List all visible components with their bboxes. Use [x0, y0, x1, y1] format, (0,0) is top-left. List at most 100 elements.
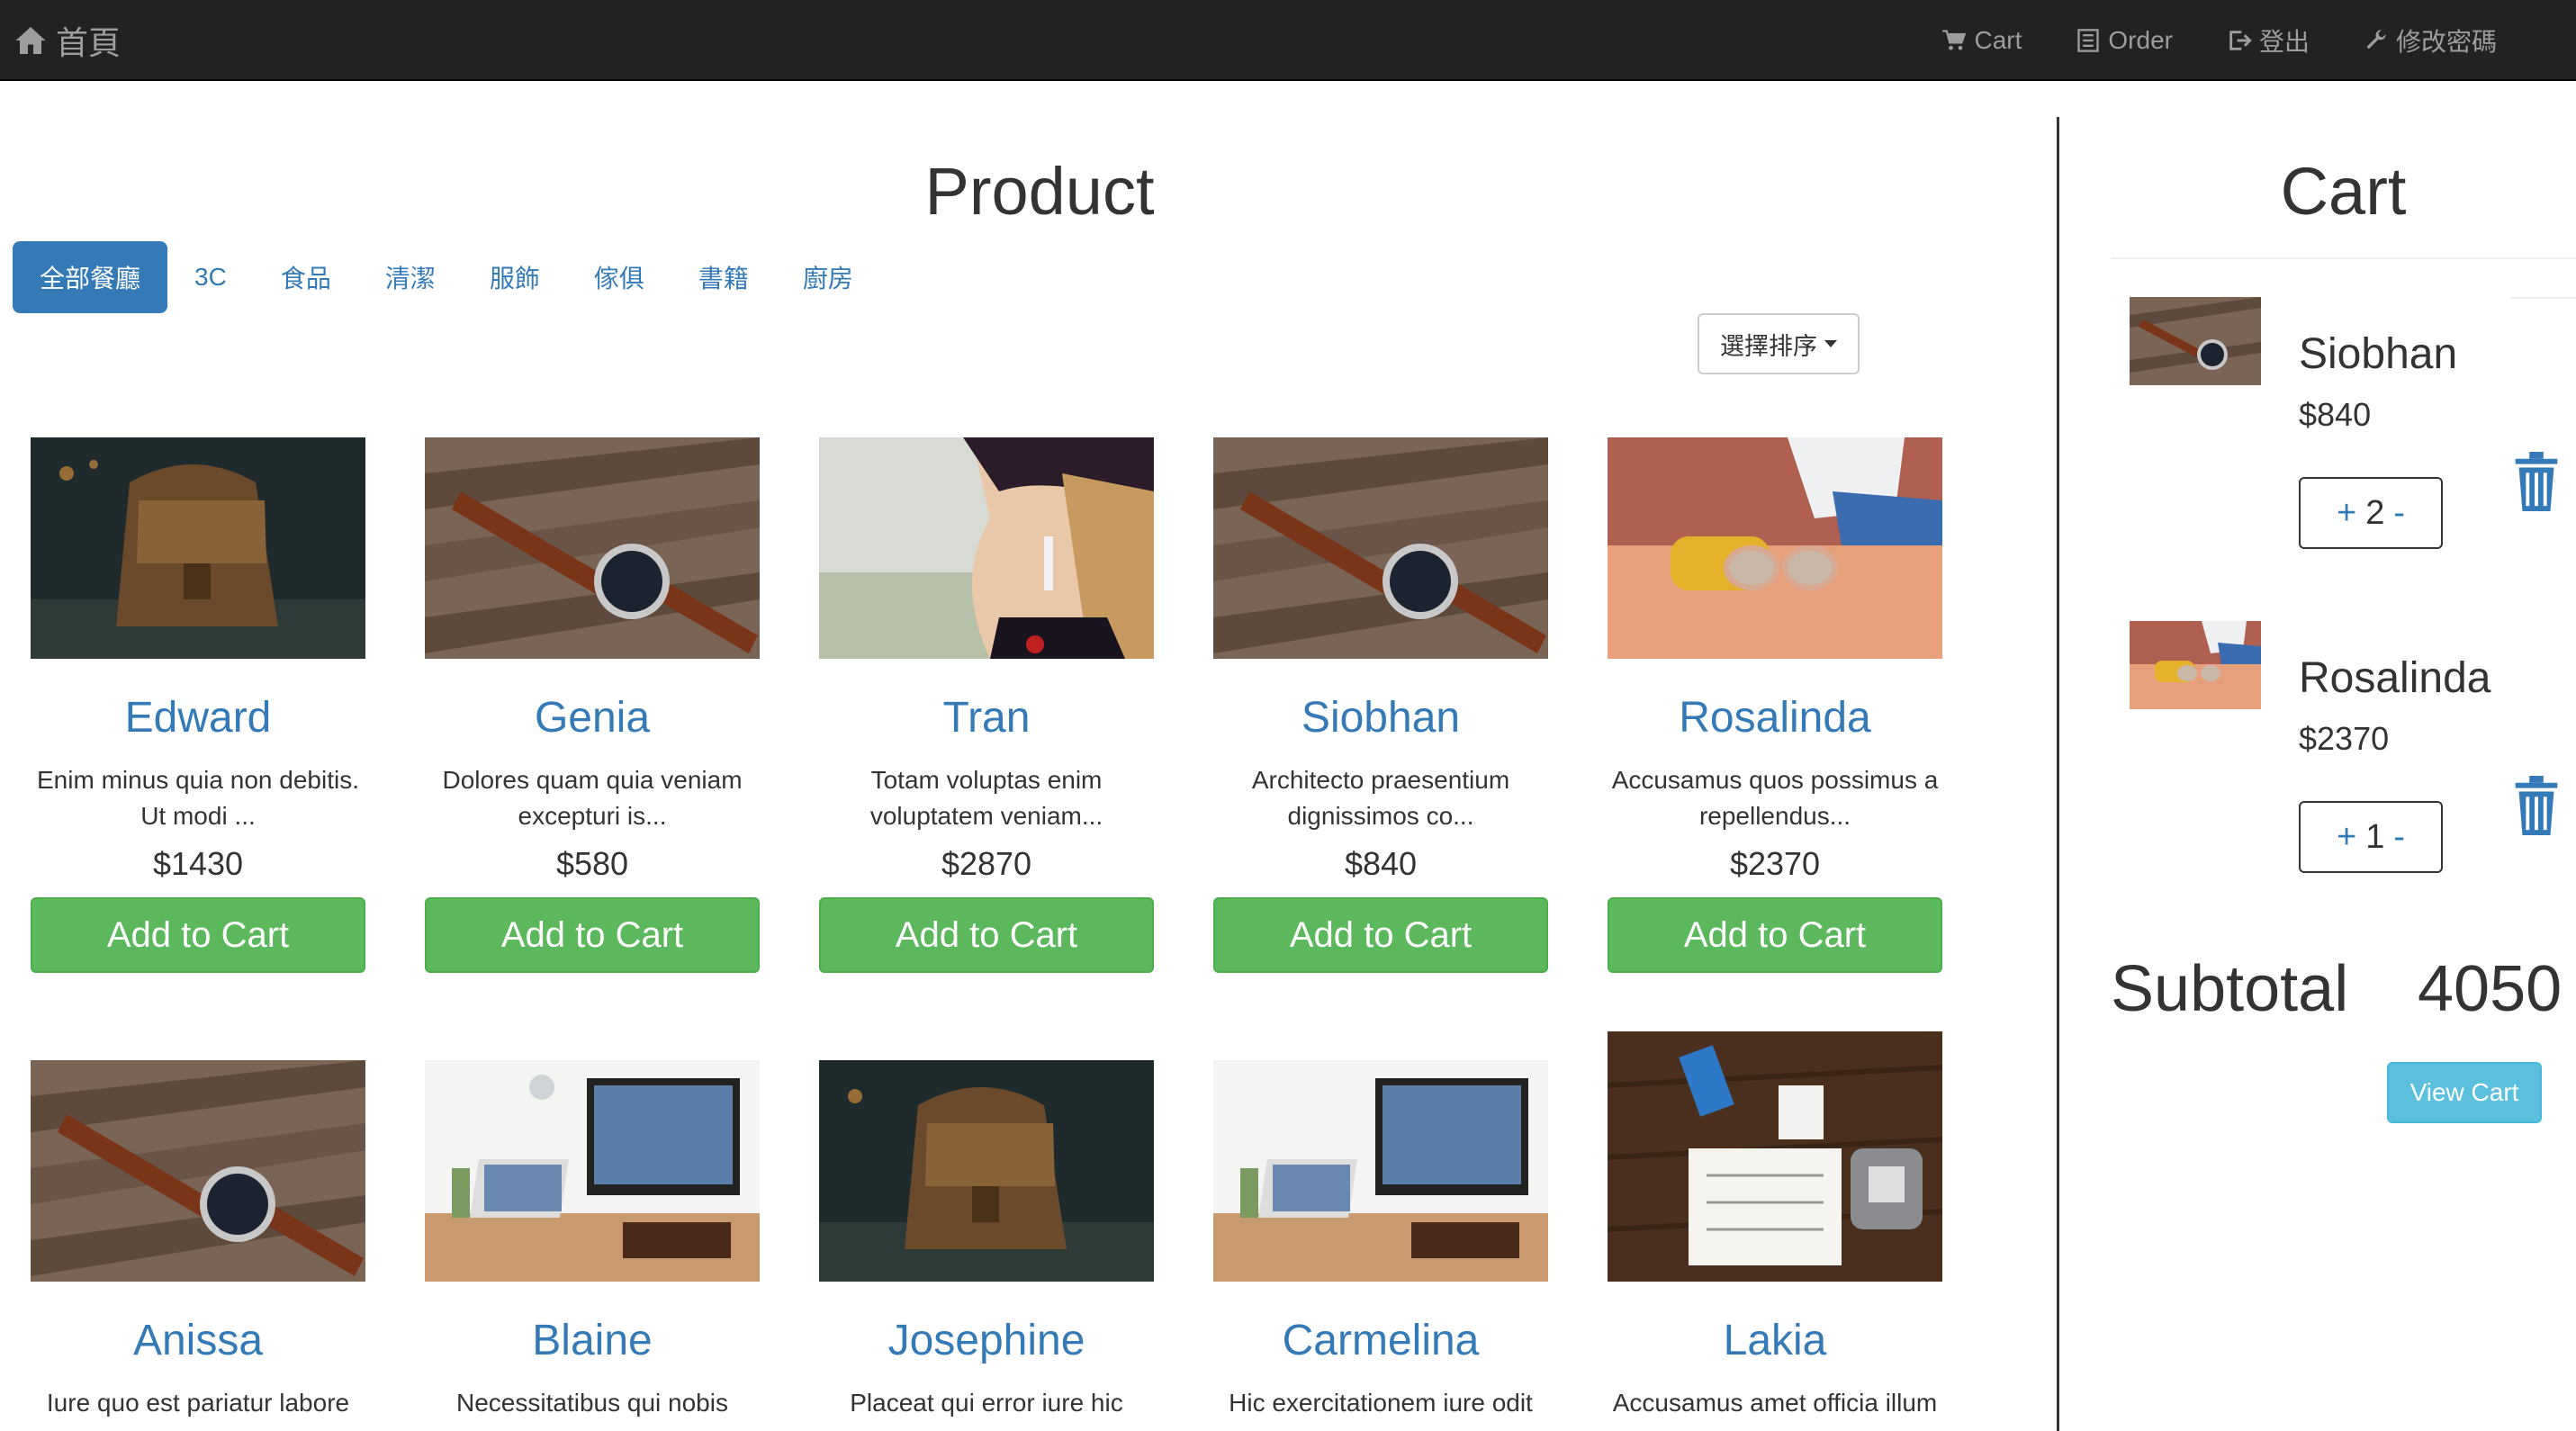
product-name[interactable]: Genia — [425, 693, 760, 742]
product-name[interactable]: Edward — [31, 693, 365, 742]
product-description: Totam voluptas enim voluptatem veniam... — [819, 762, 1154, 834]
description-line: Iure quo est pariatur labore — [46, 1389, 350, 1417]
product-card: Carmelina Hic exercitationem iure odit — [1213, 1060, 1548, 1421]
home-label: 首頁 — [56, 24, 122, 61]
sort-dropdown[interactable]: 選擇排序 — [1698, 313, 1860, 374]
add-to-cart-button[interactable]: Add to Cart — [31, 897, 365, 973]
product-image[interactable] — [1608, 1031, 1942, 1282]
nav-change-password-label: 修改密碼 — [2395, 28, 2497, 56]
increment-button[interactable]: + — [2337, 818, 2356, 857]
tab-furniture[interactable]: 傢俱 — [567, 241, 671, 313]
cart-item-image — [2130, 297, 2261, 385]
cart-item-name: Rosalinda — [2299, 654, 2491, 702]
home-icon — [14, 24, 47, 57]
product-card: Edward Enim minus quia non debitis. Ut m… — [31, 437, 365, 973]
page-title: Product — [924, 154, 1155, 229]
cart-item-image — [2130, 621, 2261, 709]
description-line: Dolores quam quia veniam — [442, 766, 743, 794]
nav-change-password-link[interactable]: 修改密碼 — [2364, 22, 2497, 58]
vertical-divider — [2057, 117, 2059, 1431]
product-description: Accusamus quos possimus a repellendus... — [1608, 762, 1942, 834]
description-line: Totam voluptas enim — [870, 766, 1103, 794]
cart-item-name: Siobhan — [2299, 330, 2458, 378]
product-description: Placeat qui error iure hic — [819, 1385, 1154, 1421]
product-price: $1430 — [152, 845, 244, 882]
cart-divider — [2111, 257, 2576, 259]
product-description: Iure quo est pariatur labore — [31, 1385, 365, 1421]
product-price: $2370 — [1729, 845, 1821, 882]
product-name[interactable]: Rosalinda — [1608, 693, 1942, 742]
description-line: Placeat qui error iure hic — [850, 1389, 1123, 1417]
description-line: Ut modi ... — [140, 802, 256, 830]
product-image[interactable] — [1213, 1060, 1548, 1282]
nav-order-link[interactable]: Order — [2076, 26, 2173, 55]
description-line: repellendus... — [1698, 802, 1851, 830]
product-description: Architecto praesentium dignissimos co... — [1213, 762, 1548, 834]
product-name[interactable]: Siobhan — [1213, 693, 1548, 742]
product-card: Josephine Placeat qui error iure hic — [819, 1060, 1154, 1421]
tab-clothing[interactable]: 服飾 — [463, 241, 567, 313]
top-navbar: 首頁 Cart Order 登出 修改密碼 — [0, 0, 2576, 81]
product-card: Tran Totam voluptas enim voluptatem veni… — [819, 437, 1154, 973]
add-to-cart-button[interactable]: Add to Cart — [1213, 897, 1548, 973]
logout-icon — [2227, 28, 2252, 53]
cart-item-price: $2370 — [2299, 720, 2390, 757]
product-description: Dolores quam quia veniam excepturi is... — [425, 762, 760, 834]
cart-title: Cart — [2280, 154, 2407, 229]
subtotal-label: Subtotal — [2111, 953, 2349, 1025]
product-card: Genia Dolores quam quia veniam excepturi… — [425, 437, 760, 973]
product-name[interactable]: Tran — [819, 693, 1154, 742]
increment-button[interactable]: + — [2337, 494, 2356, 533]
nav-cart-link[interactable]: Cart — [1941, 26, 2022, 55]
description-line: Accusamus quos possimus a — [1611, 766, 1939, 794]
add-to-cart-button[interactable]: Add to Cart — [1608, 897, 1942, 973]
product-name[interactable]: Josephine — [819, 1316, 1154, 1365]
wrench-icon — [2364, 28, 2389, 53]
subtotal-value: 4050 — [2418, 953, 2562, 1025]
view-cart-button[interactable]: View Cart — [2387, 1062, 2542, 1123]
trash-icon[interactable] — [2511, 452, 2562, 511]
product-price: $840 — [1344, 845, 1418, 882]
product-image[interactable] — [425, 437, 760, 659]
sort-label: 選擇排序 — [1720, 332, 1817, 360]
product-image[interactable] — [425, 1060, 760, 1282]
product-card: Siobhan Architecto praesentium dignissim… — [1213, 437, 1548, 973]
tab-food[interactable]: 食品 — [254, 241, 358, 313]
tab-cleaning[interactable]: 清潔 — [358, 241, 463, 313]
product-price: $580 — [555, 845, 629, 882]
product-image[interactable] — [1608, 437, 1942, 659]
cart-icon — [1941, 28, 1967, 53]
product-description: Necessitatibus qui nobis — [425, 1385, 760, 1421]
tab-3c[interactable]: 3C — [167, 241, 254, 313]
product-name[interactable]: Carmelina — [1213, 1316, 1548, 1365]
caret-down-icon — [1824, 340, 1837, 347]
product-image[interactable] — [1213, 437, 1548, 659]
description-line: Enim minus quia non debitis. — [37, 766, 359, 794]
quantity-value: 1 — [2365, 817, 2385, 856]
product-image[interactable] — [819, 437, 1154, 659]
trash-icon[interactable] — [2511, 776, 2562, 835]
list-icon — [2076, 28, 2101, 53]
product-name[interactable]: Blaine — [425, 1316, 760, 1365]
product-card: Blaine Necessitatibus qui nobis — [425, 1060, 760, 1421]
cart-item: Rosalinda $2370 + 1 - — [2130, 621, 2571, 882]
tab-all[interactable]: 全部餐廳 — [13, 241, 168, 313]
home-link[interactable]: 首頁 — [14, 14, 121, 67]
product-card: Rosalinda Accusamus quos possimus a repe… — [1608, 437, 1942, 973]
product-image[interactable] — [31, 1060, 365, 1282]
add-to-cart-button[interactable]: Add to Cart — [425, 897, 760, 973]
nav-logout-label: 登出 — [2258, 28, 2310, 56]
product-description: Enim minus quia non debitis. Ut modi ... — [31, 762, 365, 834]
decrement-button[interactable]: - — [2393, 494, 2405, 533]
tab-books[interactable]: 書籍 — [671, 241, 776, 313]
product-image[interactable] — [31, 437, 365, 659]
nav-logout-link[interactable]: 登出 — [2227, 22, 2310, 58]
cart-item-price: $840 — [2299, 396, 2372, 433]
product-name[interactable]: Anissa — [31, 1316, 365, 1365]
product-name[interactable]: Lakia — [1608, 1316, 1942, 1365]
description-line: excepturi is... — [518, 802, 667, 830]
product-image[interactable] — [819, 1060, 1154, 1282]
add-to-cart-button[interactable]: Add to Cart — [819, 897, 1154, 973]
tab-kitchen[interactable]: 廚房 — [776, 241, 880, 313]
decrement-button[interactable]: - — [2393, 818, 2405, 857]
